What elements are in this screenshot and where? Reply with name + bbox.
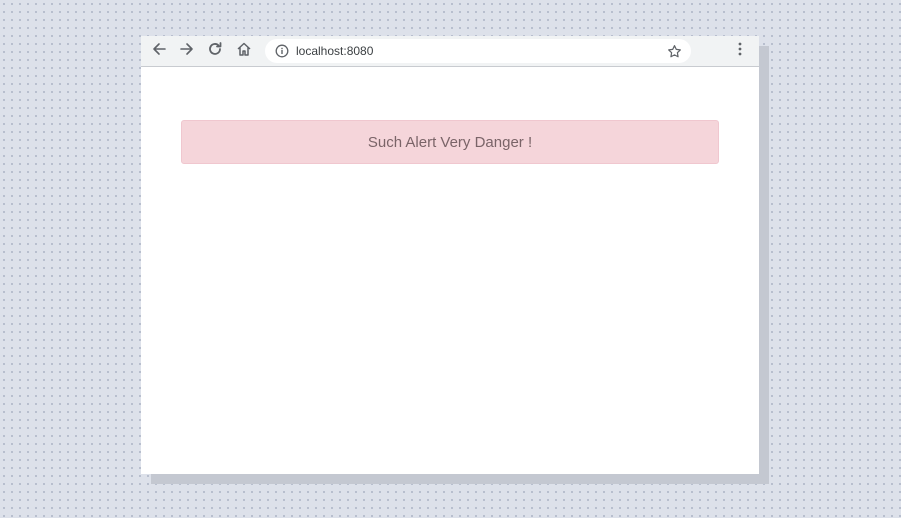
- more-vertical-icon: [738, 42, 742, 61]
- arrow-right-icon: [179, 41, 195, 62]
- arrow-left-icon: [151, 41, 167, 62]
- danger-alert: Such Alert Very Danger !: [181, 120, 719, 164]
- reload-icon: [207, 41, 223, 62]
- browser-window: localhost:8080 Such Alert Very Danger !: [141, 36, 759, 474]
- address-bar[interactable]: localhost:8080: [265, 39, 691, 63]
- home-button[interactable]: [233, 40, 255, 62]
- browser-toolbar: localhost:8080: [141, 36, 759, 67]
- info-icon[interactable]: [275, 44, 289, 58]
- browser-menu-button[interactable]: [731, 40, 749, 62]
- star-icon[interactable]: [666, 43, 682, 59]
- home-icon: [236, 41, 252, 62]
- url-text[interactable]: localhost:8080: [296, 44, 666, 58]
- forward-button[interactable]: [176, 40, 198, 62]
- alert-message: Such Alert Very Danger !: [367, 133, 533, 151]
- page-content: Such Alert Very Danger !: [141, 67, 759, 474]
- reload-button[interactable]: [204, 40, 226, 62]
- back-button[interactable]: [148, 40, 170, 62]
